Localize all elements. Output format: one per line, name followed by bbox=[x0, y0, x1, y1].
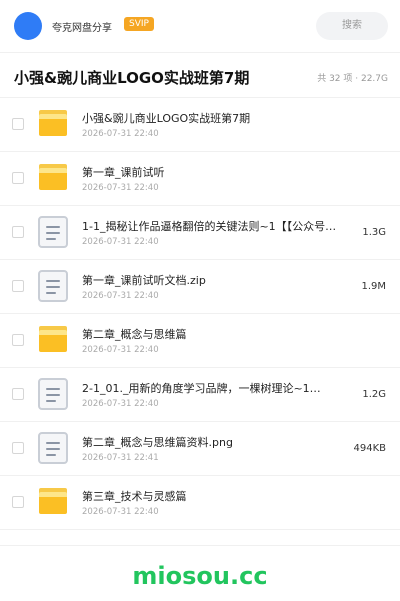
file-row[interactable]: 1-1_揭秘让作品逼格翻倍的关键法则~1【【公众号… 2026-07-31 22… bbox=[0, 206, 400, 260]
file-date: 2026-07-31 22:40 bbox=[82, 399, 159, 409]
file-row[interactable]: 第一章_课前试听文档.zip 2026-07-31 22:40 1.9M bbox=[0, 260, 400, 314]
file-name[interactable]: 第三章_技术与灵感篇 bbox=[82, 488, 187, 504]
file-row[interactable]: 第三章_技术与灵感篇 2026-07-31 22:40 bbox=[0, 476, 400, 530]
folder-icon bbox=[38, 164, 70, 192]
file-size: 1.2G bbox=[362, 389, 386, 400]
file-name[interactable]: 第一章_课前试听文档.zip bbox=[82, 272, 206, 288]
file-name[interactable]: 第一章_课前试听 bbox=[82, 164, 165, 180]
file-date: 2026-07-31 22:40 bbox=[82, 183, 159, 193]
folder-icon bbox=[38, 326, 70, 354]
file-size: 494KB bbox=[353, 443, 386, 454]
page-title: 小强&豌儿商业LOGO实战班第7期 bbox=[14, 69, 250, 87]
row-checkbox[interactable] bbox=[12, 442, 24, 454]
row-checkbox[interactable] bbox=[12, 226, 24, 238]
file-date: 2026-07-31 22:40 bbox=[82, 345, 159, 355]
file-date: 2026-07-31 22:40 bbox=[82, 129, 159, 139]
avatar[interactable] bbox=[14, 12, 42, 40]
file-list: 小强&豌儿商业LOGO实战班第7期 2026-07-31 22:40 第一章_课… bbox=[0, 98, 400, 530]
row-checkbox[interactable] bbox=[12, 172, 24, 184]
search-input[interactable]: 搜索 bbox=[316, 12, 388, 40]
document-icon bbox=[38, 270, 70, 302]
file-date: 2026-07-31 22:40 bbox=[82, 291, 159, 301]
file-date: 2026-07-31 22:40 bbox=[82, 507, 159, 517]
file-row[interactable]: 第一章_课前试听 2026-07-31 22:40 bbox=[0, 152, 400, 206]
document-icon bbox=[38, 432, 70, 464]
file-name[interactable]: 小强&豌儿商业LOGO实战班第7期 bbox=[82, 110, 250, 126]
row-checkbox[interactable] bbox=[12, 118, 24, 130]
file-name[interactable]: 1-1_揭秘让作品逼格翻倍的关键法则~1【【公众号… bbox=[82, 218, 336, 234]
folder-title-bar: 小强&豌儿商业LOGO实战班第7期 共 32 项 · 22.7G bbox=[0, 53, 400, 98]
row-checkbox[interactable] bbox=[12, 496, 24, 508]
file-row[interactable]: 第二章_概念与思维篇 2026-07-31 22:40 bbox=[0, 314, 400, 368]
file-size: 1.3G bbox=[362, 227, 386, 238]
top-bar: 夸克网盘分享 SVIP 搜索 bbox=[0, 0, 400, 53]
row-checkbox[interactable] bbox=[12, 388, 24, 400]
file-date: 2026-07-31 22:40 bbox=[82, 237, 159, 247]
file-date: 2026-07-31 22:41 bbox=[82, 453, 159, 463]
watermark-logo: miosou.cc bbox=[132, 562, 268, 590]
file-row[interactable]: 第二章_概念与思维篇资料.png 2026-07-31 22:41 494KB bbox=[0, 422, 400, 476]
share-source-label: 夸克网盘分享 bbox=[52, 23, 112, 34]
folder-icon bbox=[38, 110, 70, 138]
file-name[interactable]: 第二章_概念与思维篇资料.png bbox=[82, 434, 233, 450]
file-name[interactable]: 2-1_01._用新的角度学习品牌，一棵树理论~1… bbox=[82, 380, 321, 396]
row-checkbox[interactable] bbox=[12, 334, 24, 346]
document-icon bbox=[38, 378, 70, 410]
file-name[interactable]: 第二章_概念与思维篇 bbox=[82, 326, 187, 342]
file-row[interactable]: 小强&豌儿商业LOGO实战班第7期 2026-07-31 22:40 bbox=[0, 98, 400, 152]
folder-icon bbox=[38, 488, 70, 516]
row-checkbox[interactable] bbox=[12, 280, 24, 292]
svip-badge: SVIP bbox=[124, 17, 154, 31]
folder-meta: 共 32 项 · 22.7G bbox=[317, 74, 388, 84]
document-icon bbox=[38, 216, 70, 248]
file-size: 1.9M bbox=[361, 281, 386, 292]
footer: miosou.cc bbox=[0, 545, 400, 601]
file-row[interactable]: 2-1_01._用新的角度学习品牌，一棵树理论~1… 2026-07-31 22… bbox=[0, 368, 400, 422]
